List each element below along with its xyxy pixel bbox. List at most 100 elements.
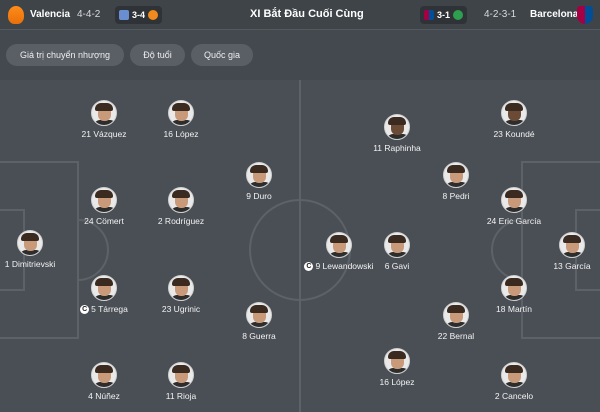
player-avatar <box>91 187 117 213</box>
player-name: 2 Rodríguez <box>157 216 205 226</box>
player-label: 13 García <box>537 261 600 271</box>
player-card[interactable]: 21 Vázquez <box>69 100 139 139</box>
player-name: 18 Martín <box>496 304 532 314</box>
filter-bar: Giá trị chuyển nhượng Độ tuổi Quốc gia <box>0 30 600 80</box>
player-card[interactable]: 2 Cancelo <box>479 362 549 401</box>
player-label: 2 Cancelo <box>479 391 549 401</box>
player-label: 2 Rodríguez <box>146 216 216 226</box>
player-name: 6 Gavi <box>384 261 410 271</box>
player-name: 22 Bernal <box>437 331 475 341</box>
home-last-match-pill[interactable]: 3-4 <box>115 6 163 24</box>
player-label: 11 Raphinha <box>362 143 432 153</box>
player-label: C9 Lewandowski <box>304 261 374 272</box>
player-avatar <box>384 232 410 258</box>
away-last-match-pill[interactable]: 3-1 <box>420 6 468 24</box>
player-avatar <box>17 230 43 256</box>
player-card[interactable]: 2 Rodríguez <box>146 187 216 226</box>
player-avatar <box>91 362 117 388</box>
player-label: 1 Dimitrievski <box>0 259 65 269</box>
player-card[interactable]: 4 Núñez <box>69 362 139 401</box>
player-label: 8 Pedri <box>421 191 491 201</box>
page-title: XI Bắt Đầu Cuối Cùng <box>250 8 364 20</box>
player-name: 1 Dimitrievski <box>4 259 56 269</box>
player-label: 11 Rioja <box>146 391 216 401</box>
valencia-mini-crest-icon <box>148 10 159 20</box>
player-card[interactable]: 11 Raphinha <box>362 114 432 153</box>
player-avatar <box>168 275 194 301</box>
player-label: 21 Vázquez <box>69 129 139 139</box>
opponent-crest-icon <box>453 10 464 20</box>
barcelona-mini-crest-icon <box>424 10 434 20</box>
player-card[interactable]: 11 Rioja <box>146 362 216 401</box>
player-label: 16 López <box>146 129 216 139</box>
player-name: 16 López <box>163 129 199 139</box>
player-label: 23 Koundé <box>479 129 549 139</box>
player-name: 4 Núñez <box>88 391 120 401</box>
player-card[interactable]: 16 López <box>362 348 432 387</box>
player-label: 9 Duro <box>224 191 294 201</box>
player-avatar <box>501 187 527 213</box>
player-name: 5 Tárrega <box>91 304 128 314</box>
filter-nationality-button[interactable]: Quốc gia <box>191 44 253 66</box>
filter-transfer-value-button[interactable]: Giá trị chuyển nhượng <box>6 44 124 66</box>
player-name: 9 Duro <box>246 191 272 201</box>
player-card[interactable]: 16 López <box>146 100 216 139</box>
home-pill-score: 3-4 <box>132 10 146 20</box>
opponent-crest-icon <box>119 10 129 20</box>
home-team-name[interactable]: Valencia <box>30 9 70 20</box>
player-label: 24 Cömert <box>69 216 139 226</box>
player-avatar <box>559 232 585 258</box>
player-label: C5 Tárrega <box>69 304 139 315</box>
player-card[interactable]: 1 Dimitrievski <box>0 230 65 269</box>
player-name: 8 Pedri <box>442 191 470 201</box>
player-name: 23 Ugrinic <box>161 304 201 314</box>
valencia-crest-icon <box>8 6 24 24</box>
player-name: 2 Cancelo <box>494 391 534 401</box>
player-card[interactable]: 24 Cömert <box>69 187 139 226</box>
player-name: 11 Raphinha <box>373 143 421 153</box>
player-card[interactable]: 8 Pedri <box>421 162 491 201</box>
home-formation: 4-4-2 <box>77 9 101 20</box>
player-avatar <box>246 162 272 188</box>
player-card[interactable]: 23 Ugrinic <box>146 275 216 314</box>
player-name: 8 Guerra <box>242 331 276 341</box>
barcelona-crest-icon <box>577 6 593 24</box>
player-label: 24 Eric García <box>479 216 549 226</box>
player-avatar <box>168 100 194 126</box>
player-avatar <box>501 362 527 388</box>
player-card[interactable]: 23 Koundé <box>479 100 549 139</box>
player-card[interactable]: C5 Tárrega <box>69 275 139 315</box>
player-avatar <box>326 232 352 258</box>
player-card[interactable]: C9 Lewandowski <box>304 232 374 272</box>
lineup-header: Valencia 4-4-2 3-4 XI Bắt Đầu Cuối Cùng … <box>0 0 600 30</box>
player-name: 23 Koundé <box>493 129 535 139</box>
captain-badge: C <box>304 262 314 272</box>
away-team-name[interactable]: Barcelona <box>530 9 578 20</box>
player-name: 9 Lewandowski <box>315 261 374 271</box>
player-avatar <box>501 100 527 126</box>
player-avatar <box>384 348 410 374</box>
player-avatar <box>91 275 117 301</box>
player-label: 23 Ugrinic <box>146 304 216 314</box>
player-name: 13 García <box>553 261 591 271</box>
player-label: 8 Guerra <box>224 331 294 341</box>
player-avatar <box>443 162 469 188</box>
away-pill-score: 3-1 <box>437 10 451 20</box>
filter-age-button[interactable]: Độ tuổi <box>130 44 185 66</box>
player-label: 4 Núñez <box>69 391 139 401</box>
player-name: 16 López <box>379 377 415 387</box>
player-card[interactable]: 13 García <box>537 232 600 271</box>
player-avatar <box>501 275 527 301</box>
player-card[interactable]: 9 Duro <box>224 162 294 201</box>
player-avatar <box>91 100 117 126</box>
player-name: 24 Eric García <box>486 216 542 226</box>
player-avatar <box>168 187 194 213</box>
player-card[interactable]: 8 Guerra <box>224 302 294 341</box>
player-avatar <box>443 302 469 328</box>
player-avatar <box>246 302 272 328</box>
player-avatar <box>168 362 194 388</box>
player-name: 21 Vázquez <box>81 129 127 139</box>
player-card[interactable]: 22 Bernal <box>421 302 491 341</box>
away-formation: 4-2-3-1 <box>484 9 517 20</box>
pitch: 1 Dimitrievski 21 Vázquez 24 Cömert C 5 Tárr… <box>0 80 600 412</box>
